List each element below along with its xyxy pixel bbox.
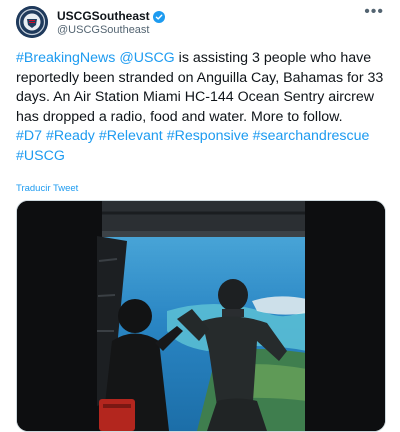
avatar[interactable] [16,6,48,38]
author-display-name[interactable]: USCGSoutheast [57,9,150,23]
uscg-seal-icon [16,6,48,38]
tweet-card: USCGSoutheast @USCGSoutheast ••• #Breaki… [0,0,400,432]
hashtag-ready[interactable]: #Ready [46,128,95,144]
tweet-text: #BreakingNews @USCG is assisting 3 peopl… [16,49,384,166]
hashtag-uscg[interactable]: #USCG [16,148,65,164]
author-block: USCGSoutheast @USCGSoutheast [57,8,165,36]
more-options-icon[interactable]: ••• [364,4,384,20]
hashtag-d7[interactable]: #D7 [16,128,42,144]
aircraft-cargo-door-photo [17,201,385,431]
hashtag-breakingnews[interactable]: #BreakingNews [16,50,115,66]
hashtag-searchandrescue[interactable]: #searchandrescue [253,128,370,144]
hashtag-relevant[interactable]: #Relevant [99,128,163,144]
tweet-video[interactable] [16,200,386,432]
translate-tweet-link[interactable]: Traducir Tweet [16,183,78,194]
mention-uscg[interactable]: @USCG [119,50,174,66]
hashtag-responsive[interactable]: #Responsive [167,128,249,144]
verified-badge-icon [152,10,165,23]
author-handle[interactable]: @USCGSoutheast [57,24,165,36]
